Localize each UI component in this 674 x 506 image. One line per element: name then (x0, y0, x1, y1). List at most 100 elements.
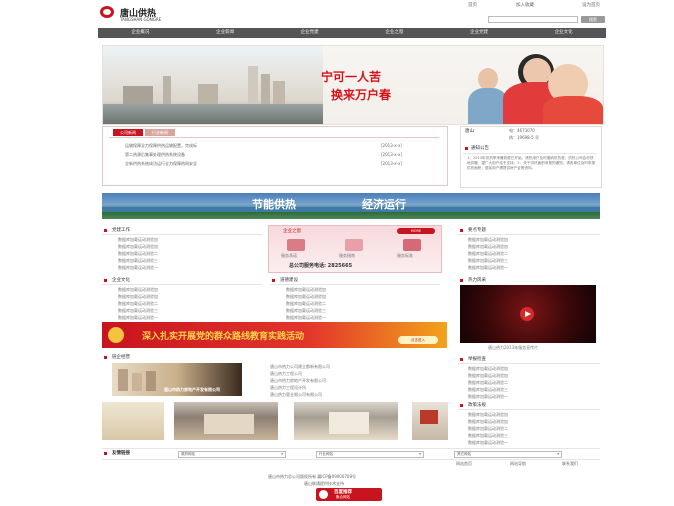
list-item[interactable]: 数据库加载运动测验三 (468, 387, 508, 393)
more-button[interactable]: MORE (397, 228, 435, 234)
window-section: 企业之窗 MORE 服务承诺 服务指南 服务标准 总公司服务电话: 282566… (268, 225, 442, 273)
policy-title[interactable]: 政策法规 (468, 402, 486, 408)
nav-item-window[interactable]: 企业之窗 (352, 28, 437, 38)
nav-item-party-2[interactable]: 企业党建 (437, 28, 522, 38)
report-title[interactable]: 举报检查 (468, 356, 486, 362)
notice-title[interactable]: 通知公告 (471, 145, 489, 151)
footer-support: 唐山联通提供技术支持 (304, 481, 344, 486)
list-item[interactable]: 数据库加载运动测验加 (118, 244, 158, 250)
list-item[interactable]: 数据库加载运动测验加 (468, 366, 508, 372)
gov-links-value: 政府网站 (181, 452, 195, 456)
list-item[interactable]: 数据库加载运动测验一 (468, 265, 508, 271)
footer-link-home[interactable]: 网站首页 (456, 461, 472, 467)
list-item[interactable]: 数据库加载运动测验一 (118, 315, 158, 321)
photo-thumbnail[interactable] (412, 402, 448, 440)
list-item[interactable]: 数据库加载运动测验二 (468, 426, 508, 432)
list-item[interactable]: 唐山市热力公司建立都新有限公司 (270, 364, 330, 370)
footer-copyright: 唐山市热力总公司版权所有 冀ICP备09000708号 (268, 474, 357, 479)
list-item[interactable]: 数据库加载运动测验三 (468, 258, 508, 264)
party-banner[interactable]: 深入扎实开展党的群众路线教育实践活动 点击进入 (102, 322, 447, 348)
video-title[interactable]: 热力风采 (468, 277, 486, 283)
service-hotline: 总公司服务电话: 2825665 (289, 263, 353, 269)
list-item[interactable]: 数据库加载运动测验三 (118, 308, 158, 314)
list-item[interactable]: 数据库加载运动测验加 (468, 237, 508, 243)
nav-item-party[interactable]: 企业党建 (267, 28, 352, 38)
standard-icon[interactable] (403, 239, 421, 251)
list-item[interactable]: 数据库加载运动测验二 (468, 380, 508, 386)
top-link-home[interactable]: 首页 (468, 2, 477, 8)
list-item[interactable]: 数据库加载运动测验一 (118, 265, 158, 271)
list-item[interactable]: 数据库加载运动测验加 (468, 419, 508, 425)
list-item[interactable]: 数据库加载运动测验三 (286, 308, 326, 314)
search-button[interactable]: 搜索 (581, 16, 605, 23)
nav-item-overview[interactable]: 企业概况 (98, 28, 183, 38)
chevron-down-icon: ▾ (557, 452, 559, 456)
gov-links-select[interactable]: 政府网站 ▾ (178, 451, 286, 458)
focus-title[interactable]: 要点专题 (468, 227, 486, 233)
list-item[interactable]: 唐山市热力房地产开发有限公司 (270, 378, 326, 384)
commitment-icon[interactable] (287, 239, 305, 251)
footer-link-sitemap[interactable]: 网站导航 (510, 461, 526, 467)
recommend-badge[interactable]: 百度推荐 聚合网站 (316, 488, 382, 501)
top-link-favorite[interactable]: 加入收藏 (516, 2, 534, 8)
banner-slogan-2: 换来万户春 (331, 88, 392, 102)
real-estate-ad[interactable]: 唐山市热力房地产开发有限公司 (112, 363, 242, 396)
top-link-homepage[interactable]: 设为首页 (582, 2, 600, 8)
guide-icon[interactable] (345, 239, 363, 251)
footer-link-contact[interactable]: 联系我们 (562, 461, 578, 467)
list-item[interactable]: 数据库加载运动测验三 (118, 258, 158, 264)
list-item[interactable]: 数据库加载运动测验二 (468, 251, 508, 257)
build-title[interactable]: 道德建设 (280, 277, 298, 283)
focus-section: 要点专题 数据库加载运动测验加 数据库加载运动测验加 数据库加载运动测验二 数据… (458, 225, 600, 273)
nav-item-culture[interactable]: 企业文化 (521, 28, 606, 38)
list-item[interactable]: 唐山热力工程公司 (270, 371, 302, 377)
list-item[interactable]: 数据库加载运动测验二 (286, 301, 326, 307)
other-links-select[interactable]: 其它网站 ▾ (454, 451, 562, 458)
news-date: [2013-x-x] (381, 152, 402, 157)
list-item[interactable]: 数据库加载运动测验三 (468, 433, 508, 439)
list-item[interactable]: 数据库加载运动测验加 (118, 237, 158, 243)
search-input[interactable] (488, 16, 578, 23)
nav-item-news[interactable]: 企业新闻 (183, 28, 268, 38)
list-item[interactable]: 数据库加载运动测验加 (286, 287, 326, 293)
window-icon-label[interactable]: 服务承诺 (281, 253, 297, 259)
list-item[interactable]: 数据库加载运动测验二 (118, 251, 158, 257)
industry-links-select[interactable]: 行业网站 ▾ (316, 451, 424, 458)
play-icon[interactable] (525, 311, 531, 317)
list-item[interactable]: 数据库加载运动测验加 (468, 373, 508, 379)
contact-name: 唐山 (465, 129, 474, 134)
window-title[interactable]: 企业之窗 (283, 228, 301, 234)
list-item[interactable]: 数据库加载运动测验二 (118, 301, 158, 307)
news-item[interactable]: 第二热源后集事处理供热系统设备 (125, 152, 185, 158)
list-item[interactable]: 数据库加载运动测验加 (286, 294, 326, 300)
build-section: 道德建设 数据库加载运动测验加 数据库加载运动测验加 数据库加载运动测验二 数据… (270, 275, 440, 321)
news-item[interactable]: 运输保障全力保障供热运输配置，完成标 (125, 143, 197, 149)
photo-thumbnail[interactable] (294, 402, 398, 440)
chain-section: 链企经营 唐山市热力房地产开发有限公司 唐山市热力公司建立都新有限公司 唐山热力… (102, 352, 447, 398)
links-title: 友情链接 (112, 451, 130, 456)
other-links-value: 其它网站 (457, 452, 471, 456)
list-item[interactable]: 数据库加载运动测验加 (468, 412, 508, 418)
logo-icon (100, 6, 114, 18)
window-icon-label[interactable]: 服务标准 (397, 253, 413, 259)
photo-thumbnail[interactable] (102, 402, 164, 440)
list-item[interactable]: 数据库加载运动测验加 (118, 294, 158, 300)
video-player[interactable] (460, 285, 596, 343)
list-item[interactable]: 数据库加载运动测验加 (118, 287, 158, 293)
tab-company-news[interactable]: 公司新闻 (113, 129, 143, 136)
culture-title[interactable]: 企业文化 (112, 277, 130, 283)
news-item[interactable]: 全新供热系统成功运行全力保障热网安全 (125, 161, 197, 167)
party-title[interactable]: 党建工作 (112, 227, 130, 233)
list-item[interactable]: 唐山热力工程设计所 (270, 385, 306, 391)
chain-title[interactable]: 链企经营 (112, 354, 130, 360)
list-item[interactable]: 唐山热力管业限公司有限公司 (270, 392, 322, 398)
list-item[interactable]: 数据库加载运动测验加 (468, 244, 508, 250)
energy-slogan-1: 节能供热 (252, 198, 296, 211)
tab-industry-news[interactable]: 行业新闻 (145, 129, 175, 136)
list-item[interactable]: 数据库加载运动测验一 (286, 315, 326, 321)
photo-thumbnail[interactable] (174, 402, 278, 440)
party-banner-text: 深入扎实开展党的群众路线教育实践活动 (142, 332, 305, 342)
window-icon-label[interactable]: 服务指南 (339, 253, 355, 259)
list-item[interactable]: 数据库加载运动测验一 (468, 440, 508, 446)
enter-button[interactable]: 点击进入 (398, 336, 438, 344)
